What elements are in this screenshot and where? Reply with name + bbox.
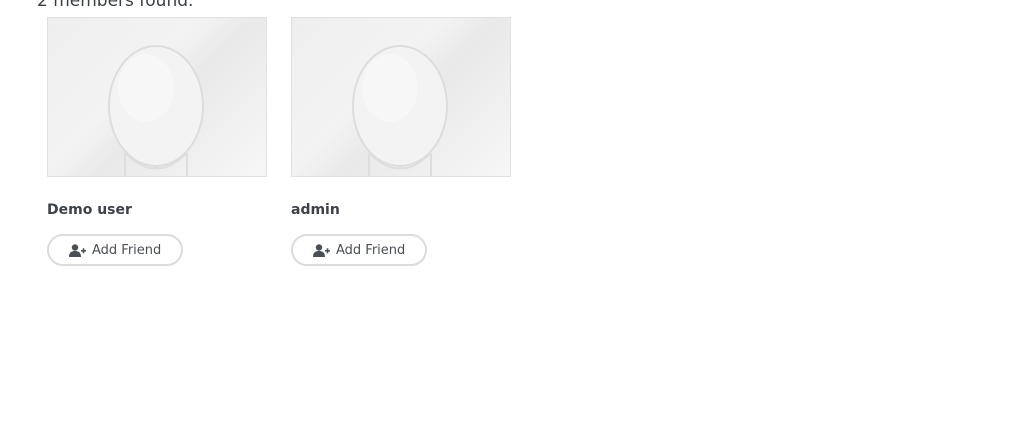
add-friend-button[interactable]: Add Friend xyxy=(47,234,184,266)
members-grid: Demo user Add Friend admin Add Friend xyxy=(47,17,511,266)
user-plus-icon xyxy=(313,243,330,257)
member-avatar[interactable] xyxy=(47,17,267,177)
default-avatar-placeholder-icon xyxy=(108,45,204,176)
add-friend-button[interactable]: Add Friend xyxy=(291,234,428,266)
member-avatar[interactable] xyxy=(291,17,511,177)
member-card: admin Add Friend xyxy=(291,17,511,266)
results-count-text: 2 members found. xyxy=(37,0,194,11)
default-avatar-placeholder-icon xyxy=(352,45,448,176)
member-card: Demo user Add Friend xyxy=(47,17,267,266)
member-name[interactable]: Demo user xyxy=(47,202,267,219)
members-directory-page: 2 members found. Demo user Add Friend ad… xyxy=(0,0,1024,430)
member-name[interactable]: admin xyxy=(291,202,511,219)
user-plus-icon xyxy=(69,243,86,257)
add-friend-label: Add Friend xyxy=(336,242,406,258)
add-friend-label: Add Friend xyxy=(92,242,162,258)
